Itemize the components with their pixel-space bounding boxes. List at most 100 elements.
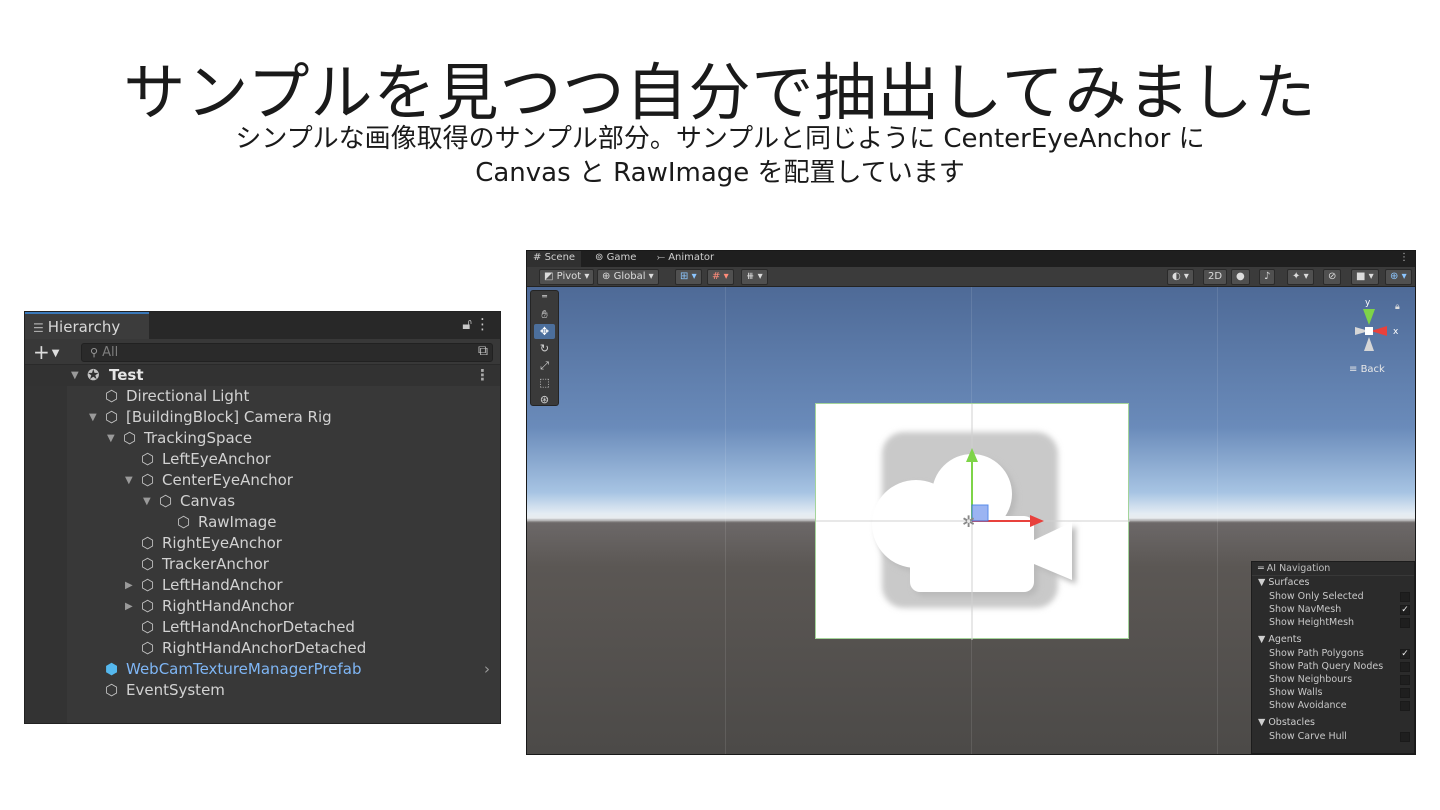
tree-item-label: WebCamTextureManagerPrefab — [126, 660, 362, 678]
effects-dropdown[interactable]: ✦ ▾ — [1287, 269, 1314, 285]
tree-item[interactable]: ⬡ Directional Light — [25, 386, 500, 407]
option-row[interactable]: Show Path Polygons ✓ — [1252, 647, 1414, 660]
list-icon: ☰ — [33, 321, 44, 335]
tab-scene-label: Scene — [544, 252, 576, 263]
checkbox[interactable] — [1400, 701, 1410, 711]
tree-item[interactable]: ▶ ⬡ RightHandAnchor — [25, 596, 500, 617]
gameobject-cube-icon: ⬡ — [141, 555, 155, 573]
audio-toggle-button[interactable]: ♪ — [1259, 269, 1276, 285]
hidden-objects-button[interactable]: ⊘ — [1323, 269, 1342, 285]
tree-item[interactable]: ⬡ RawImage — [25, 512, 500, 533]
hierarchy-tabbar: ☰ Hierarchy 🔓︎ ⋮ — [25, 312, 500, 339]
chevron-down-icon: ▼ — [51, 348, 60, 359]
transform-tool-icon[interactable]: ⊛ — [534, 392, 555, 407]
search-options-icon[interactable]: ⧉ — [478, 343, 488, 360]
tree-item-label: CenterEyeAnchor — [162, 471, 293, 489]
scene-more-icon[interactable]: ⋮ — [475, 365, 490, 386]
tab-animator[interactable]: ⤚ Animator — [651, 251, 720, 267]
draw-mode-dropdown[interactable]: ◐ ▾ — [1167, 269, 1194, 285]
tree-item[interactable]: ▼ ⬡ TrackingSpace — [25, 428, 500, 449]
expand-arrow-icon[interactable]: ▼ — [125, 470, 133, 491]
hand-tool-icon[interactable]: ✋︎ — [534, 307, 555, 322]
checkbox[interactable] — [1400, 592, 1410, 602]
scene-row-test[interactable]: ▼ ✪ Test ⋮ — [25, 365, 500, 386]
scene-more-options-icon[interactable]: ⋮ — [1399, 252, 1409, 263]
section-surfaces[interactable]: ▼ Surfaces — [1252, 576, 1414, 590]
option-row[interactable]: Show Only Selected — [1252, 590, 1414, 603]
tree-item[interactable]: ⬡ LeftHandAnchorDetached — [25, 617, 500, 638]
scene-tabbar: # Scene ⊚ Game ⤚ Animator ⋮ — [527, 251, 1415, 267]
option-row[interactable]: Show Walls — [1252, 686, 1414, 699]
pivot-dropdown[interactable]: ◩ Pivot ▾ — [539, 269, 595, 285]
scale-tool-icon[interactable]: ⤢ — [534, 358, 555, 373]
collapse-arrow-icon[interactable]: ▶ — [125, 575, 133, 596]
tree-item[interactable]: ▼ ⬡ CenterEyeAnchor — [25, 470, 500, 491]
checkbox[interactable] — [1400, 732, 1410, 742]
tab-scene[interactable]: # Scene — [527, 251, 582, 267]
tree-item[interactable]: ⬡ TrackerAnchor — [25, 554, 500, 575]
checkbox[interactable] — [1400, 662, 1410, 672]
tree-item-label: LeftHandAnchor — [162, 576, 283, 594]
view-label[interactable]: ≡ Back — [1349, 364, 1385, 375]
checkbox[interactable] — [1400, 688, 1410, 698]
tree-item[interactable]: ⬡ EventSystem — [25, 680, 500, 701]
lock-icon[interactable]: 🔓︎ — [462, 315, 472, 333]
hierarchy-panel: ☰ Hierarchy 🔓︎ ⋮ + ▼ ⚲ All ⧉ ▼ ✪ Test ⋮ ⬡ D… — [24, 311, 501, 724]
rotate-tool-icon[interactable]: ↻ — [534, 341, 555, 356]
tab-game[interactable]: ⊚ Game — [589, 251, 642, 267]
checkbox[interactable] — [1400, 675, 1410, 685]
search-input[interactable]: ⚲ All ⧉ — [81, 343, 493, 362]
expand-arrow-icon[interactable]: ▼ — [107, 428, 115, 449]
expand-arrow-icon[interactable]: ▼ — [89, 407, 97, 428]
rect-tool-icon[interactable]: ⬚ — [534, 375, 555, 390]
camera-dropdown[interactable]: ■ ▾ — [1351, 269, 1379, 285]
collapse-arrow-icon[interactable]: ▶ — [125, 596, 133, 617]
section-agents[interactable]: ▼ Agents — [1252, 633, 1414, 647]
toggle-2d-button[interactable]: 2D — [1203, 269, 1228, 285]
tree-item[interactable]: ⬡ LeftEyeAnchor — [25, 449, 500, 470]
canvas-rect[interactable]: ✲ — [815, 403, 1130, 640]
more-options-icon[interactable]: ⋮ — [475, 315, 490, 333]
axis-y-label: y — [1365, 298, 1371, 308]
ai-navigation-overlay: ═ AI Navigation ▼ Surfaces Show Only Sel… — [1251, 561, 1415, 754]
tree-item[interactable]: ▼ ⬡ Canvas — [25, 491, 500, 512]
expand-arrow-icon[interactable]: ▼ — [71, 365, 79, 386]
option-row[interactable]: Show Carve Hull — [1252, 730, 1414, 743]
section-obstacles[interactable]: ▼ Obstacles — [1252, 716, 1414, 730]
scene-viewport[interactable]: ✲ ═ ✋︎ ✥ ↻ ⤢ ⬚ ⊛ y x 🔒︎ ≡ Back ═ AI Navi… — [527, 287, 1415, 754]
chevron-right-icon[interactable]: › — [484, 659, 490, 680]
grid-snap-button[interactable]: ⊞ ▾ — [675, 269, 702, 285]
increment-snap-icon: ⧻ — [746, 271, 755, 282]
animator-icon: ⤚ — [657, 252, 665, 263]
option-label: Show Path Polygons — [1269, 648, 1364, 659]
option-label: Show Neighbours — [1269, 674, 1353, 685]
tree-item-prefab[interactable]: ⬢ WebCamTextureManagerPrefab › — [25, 659, 500, 680]
grid-visibility-button[interactable]: # ▾ — [707, 269, 734, 285]
checkbox-checked[interactable]: ✓ — [1400, 649, 1410, 659]
eye-slash-icon: ⊘ — [1328, 271, 1337, 282]
tree-item[interactable]: ⬡ RightEyeAnchor — [25, 533, 500, 554]
option-row[interactable]: Show Path Query Nodes — [1252, 660, 1414, 673]
ai-navigation-title[interactable]: ═ AI Navigation — [1252, 562, 1414, 576]
checkbox-checked[interactable]: ✓ — [1400, 605, 1410, 615]
tree-item[interactable]: ▼ ⬡ [BuildingBlock] Camera Rig — [25, 407, 500, 428]
increment-snap-button[interactable]: ⧻ ▾ — [741, 269, 768, 285]
tree-item[interactable]: ▶ ⬡ LeftHandAnchor — [25, 575, 500, 596]
expand-arrow-icon[interactable]: ▼ — [143, 491, 151, 512]
global-dropdown[interactable]: ⊕ Global ▾ — [597, 269, 659, 285]
move-tool-icon[interactable]: ✥ — [534, 324, 555, 339]
option-row[interactable]: Show HeightMesh — [1252, 616, 1414, 629]
option-label: Show HeightMesh — [1269, 617, 1355, 628]
hierarchy-toolbar: + ▼ ⚲ All ⧉ — [25, 339, 500, 365]
unity-scene-icon: ✪ — [87, 366, 100, 384]
option-row[interactable]: Show NavMesh ✓ — [1252, 603, 1414, 616]
lighting-toggle-button[interactable]: ● — [1231, 269, 1250, 285]
checkbox[interactable] — [1400, 618, 1410, 628]
drag-handle-icon[interactable]: ═ — [534, 293, 555, 301]
option-row[interactable]: Show Neighbours — [1252, 673, 1414, 686]
create-button[interactable]: + ▼ — [33, 340, 59, 364]
gizmos-dropdown[interactable]: ⊕ ▾ — [1385, 269, 1412, 285]
tree-item[interactable]: ⬡ RightHandAnchorDetached — [25, 638, 500, 659]
tab-hierarchy[interactable]: ☰ Hierarchy — [25, 312, 149, 339]
option-row[interactable]: Show Avoidance — [1252, 699, 1414, 712]
